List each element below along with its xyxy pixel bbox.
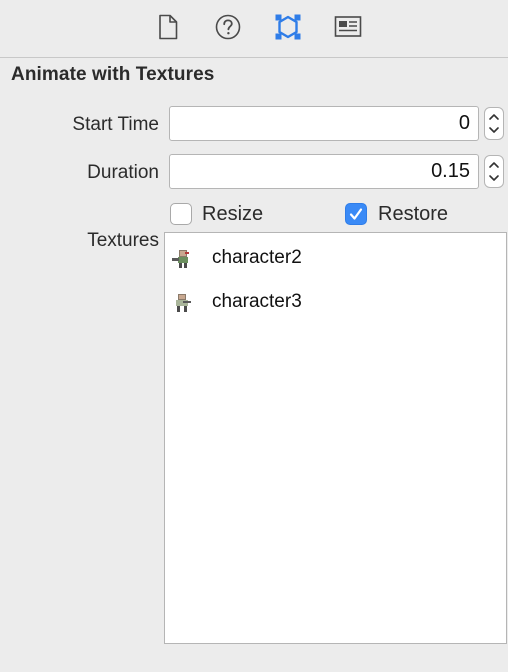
restore-label: Restore	[378, 203, 449, 225]
inspector-toolbar	[0, 0, 508, 58]
checkmark-icon	[346, 204, 366, 224]
start-time-label: Start Time	[72, 114, 159, 135]
textures-label: Textures	[87, 230, 159, 251]
file-inspector-tab[interactable]	[154, 13, 182, 41]
texture-name: character2	[212, 247, 302, 268]
duration-label: Duration	[87, 162, 159, 183]
resize-checkbox[interactable]	[170, 203, 192, 225]
duration-stepper[interactable]	[484, 155, 504, 188]
library-tab[interactable]	[334, 13, 362, 41]
restore-checkbox[interactable]	[345, 203, 367, 225]
texture-name: character3	[212, 291, 302, 312]
resize-label: Resize	[202, 203, 264, 225]
section-title: Animate with Textures	[11, 64, 215, 85]
textures-list[interactable]: character2 character3	[164, 232, 507, 644]
start-time-stepper[interactable]	[484, 107, 504, 140]
duration-field[interactable]: 0.15	[169, 154, 479, 189]
quick-help-tab[interactable]	[214, 13, 242, 41]
start-time-field[interactable]: 0	[169, 106, 479, 141]
library-icon	[334, 15, 362, 39]
character-sprite-icon	[170, 292, 192, 314]
file-icon	[157, 14, 179, 40]
attributes-inspector-tab[interactable]	[274, 13, 302, 41]
character-sprite-icon	[170, 248, 192, 270]
list-item[interactable]: character2	[165, 242, 506, 274]
list-item[interactable]: character3	[165, 286, 506, 318]
attributes-inspector-icon	[274, 13, 302, 41]
help-icon	[215, 14, 241, 40]
